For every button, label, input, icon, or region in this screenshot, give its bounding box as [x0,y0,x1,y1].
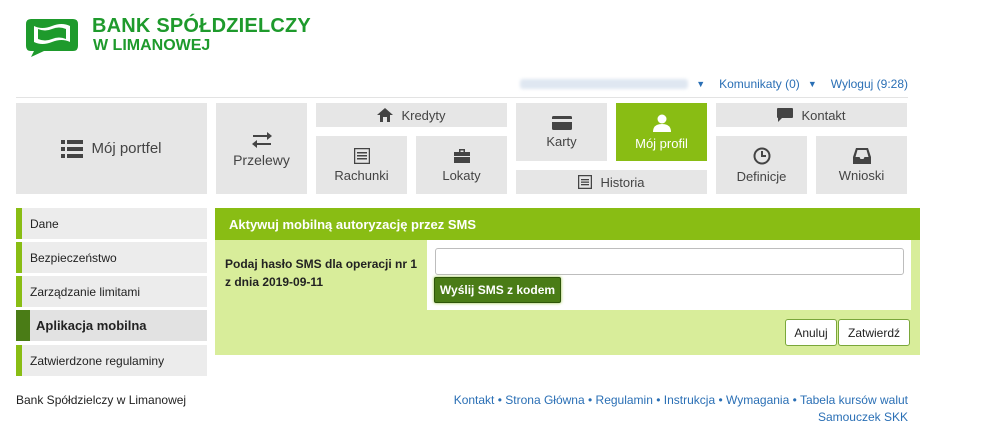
footer-link-instrukcja[interactable]: Instrukcja [664,393,715,407]
nav-tile-kontakt[interactable]: Kontakt [716,103,907,127]
chevron-down-icon[interactable]: ▼ [808,79,817,89]
user-icon [652,114,671,132]
send-sms-button[interactable]: Wyślij SMS z kodem [434,277,561,303]
nav-tile-label: Karty [546,133,577,149]
transfer-arrows-icon [251,130,273,148]
document-icon [578,175,593,189]
sms-activation-panel: Aktywuj mobilną autoryzację przez SMS Po… [215,208,920,355]
document-icon [353,147,370,164]
chevron-down-icon[interactable]: ▼ [696,79,705,89]
nav-tile-wnioski[interactable]: Wnioski [816,136,907,194]
nav-tile-label: Kredyty [401,107,446,123]
nav-tile-label: Mój profil [635,135,688,151]
footer-link-regulamin[interactable]: Regulamin [596,393,653,407]
footer-links: Kontakt • Strona Główna • Regulamin • In… [453,393,908,424]
sidebar-item-label: Bezpieczeństwo [30,250,117,265]
chat-icon [777,108,794,122]
nav-tile-rachunki[interactable]: Rachunki [316,136,407,194]
home-icon [377,108,394,122]
nav-tile-definicje[interactable]: Definicje [716,136,807,194]
inbox-icon [852,147,871,164]
bank-name-line2: W LIMANOWEJ [93,37,211,54]
sidebar-item-label: Zarządzanie limitami [30,284,141,299]
nav-tile-historia[interactable]: Historia [516,170,707,194]
messages-link[interactable]: Komunikaty (0) [719,77,800,91]
footer-bank-name: Bank Spółdzielczy w Limanowej [16,393,187,407]
list-icon [61,139,84,158]
footer-link-wymagania[interactable]: Wymagania [726,393,789,407]
sidebar-item-regulaminy[interactable]: Zatwierdzone regulaminy [16,345,207,376]
sms-password-label: Podaj hasło SMS dla operacji nr 1 z dnia… [225,257,418,289]
sms-code-input[interactable] [435,248,904,275]
bank-name-line1: BANK SPÓŁDZIELCZY [92,15,311,37]
sidebar-item-dane[interactable]: Dane [16,208,207,239]
footer-link-tabela-kursow[interactable]: Tabela kursów walut [800,393,908,407]
nav-tile-karty[interactable]: Karty [516,103,607,161]
footer-link-samouczek[interactable]: Samouczek SKK [818,410,908,424]
top-bar: ▼ Komunikaty (0) ▼ Wyloguj (9:28) [520,76,908,92]
divider [16,97,908,98]
sidebar-item-label: Dane [30,216,59,231]
nav-tile-label: Wnioski [838,167,885,183]
sidebar-item-aplikacja-mobilna[interactable]: Aplikacja mobilna [16,310,207,341]
nav-tile-kredyty[interactable]: Kredyty [316,103,507,127]
sidebar-item-bezpieczenstwo[interactable]: Bezpieczeństwo [16,242,207,273]
logout-link[interactable]: Wyloguj (9:28) [831,77,908,91]
bank-name: BANK SPÓŁDZIELCZY W LIMANOWEJ [92,15,311,55]
credit-card-icon [551,115,572,130]
nav-tile-label: Lokaty [442,167,481,183]
panel-title: Aktywuj mobilną autoryzację przez SMS [215,208,920,240]
confirm-button[interactable]: Zatwierdź [838,319,910,346]
sidebar-item-limity[interactable]: Zarządzanie limitami [16,276,207,307]
sidebar-item-label: Zatwierdzone regulaminy [30,353,165,368]
nav-tile-label: Mój portfel [91,140,162,157]
nav-tile-lokaty[interactable]: Lokaty [416,136,507,194]
bank-logo[interactable] [22,16,82,58]
nav-tile-label: Definicje [736,168,787,184]
user-name-blurred[interactable] [520,79,689,89]
briefcase-icon [453,148,471,164]
nav-tile-label: Kontakt [801,107,846,123]
nav-tile-moj-profil[interactable]: Mój profil [616,103,707,161]
footer-link-strona-glowna[interactable]: Strona Główna [505,393,584,407]
sidebar-item-label: Aplikacja mobilna [36,318,147,333]
nav-tile-przelewy[interactable]: Przelewy [216,103,307,194]
clock-icon [753,147,771,165]
nav-tile-label: Historia [600,174,645,190]
nav-tile-portfel[interactable]: Mój portfel [16,103,207,194]
footer-link-kontakt[interactable]: Kontakt [454,393,495,407]
nav-tile-label: Rachunki [334,167,389,183]
cancel-button[interactable]: Anuluj [785,319,837,346]
nav-tile-label: Przelewy [233,151,290,168]
